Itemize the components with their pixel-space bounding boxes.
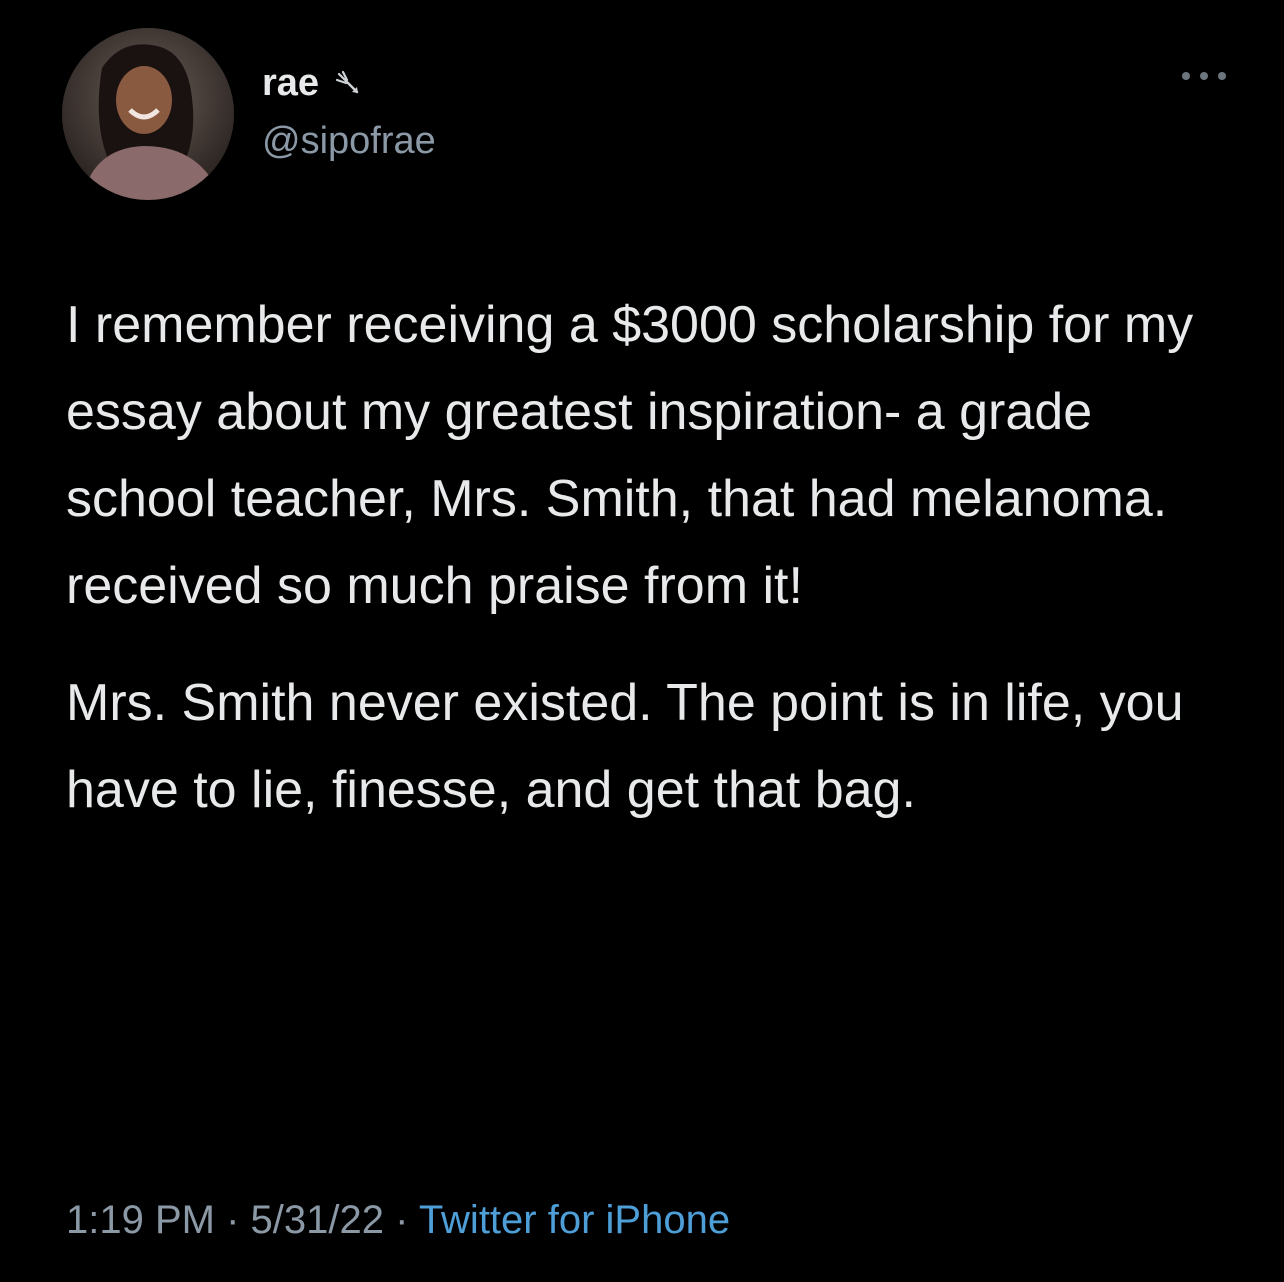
tweet-meta: 1:19 PM · 5/31/22 · Twitter for iPhone	[66, 1198, 730, 1243]
meta-separator: ·	[214, 1198, 251, 1242]
more-options-icon[interactable]	[1182, 64, 1226, 88]
tweet-source-link[interactable]: Twitter for iPhone	[419, 1198, 730, 1242]
user-handle[interactable]: @sipofrae	[262, 120, 436, 163]
tweet-time[interactable]: 1:19 PM	[66, 1198, 215, 1242]
tweet: rae @sipofrae I remember receiving a $30…	[0, 0, 1284, 1282]
dot	[1200, 72, 1208, 80]
dot	[1218, 72, 1226, 80]
tweet-date[interactable]: 5/31/22	[251, 1198, 384, 1242]
display-name[interactable]: rae	[262, 62, 319, 105]
tweet-paragraph: I remember receiving a $3000 scholarship…	[66, 296, 1194, 615]
meta-separator: ·	[383, 1198, 419, 1242]
dot	[1182, 72, 1190, 80]
avatar[interactable]	[62, 28, 234, 200]
tweet-text: I remember receiving a $3000 scholarship…	[66, 282, 1246, 834]
butterfly-icon	[333, 68, 363, 98]
tweet-paragraph: Mrs. Smith never existed. The point is i…	[66, 674, 1184, 819]
name-row[interactable]: rae	[262, 58, 363, 108]
avatar-photo	[62, 28, 234, 200]
